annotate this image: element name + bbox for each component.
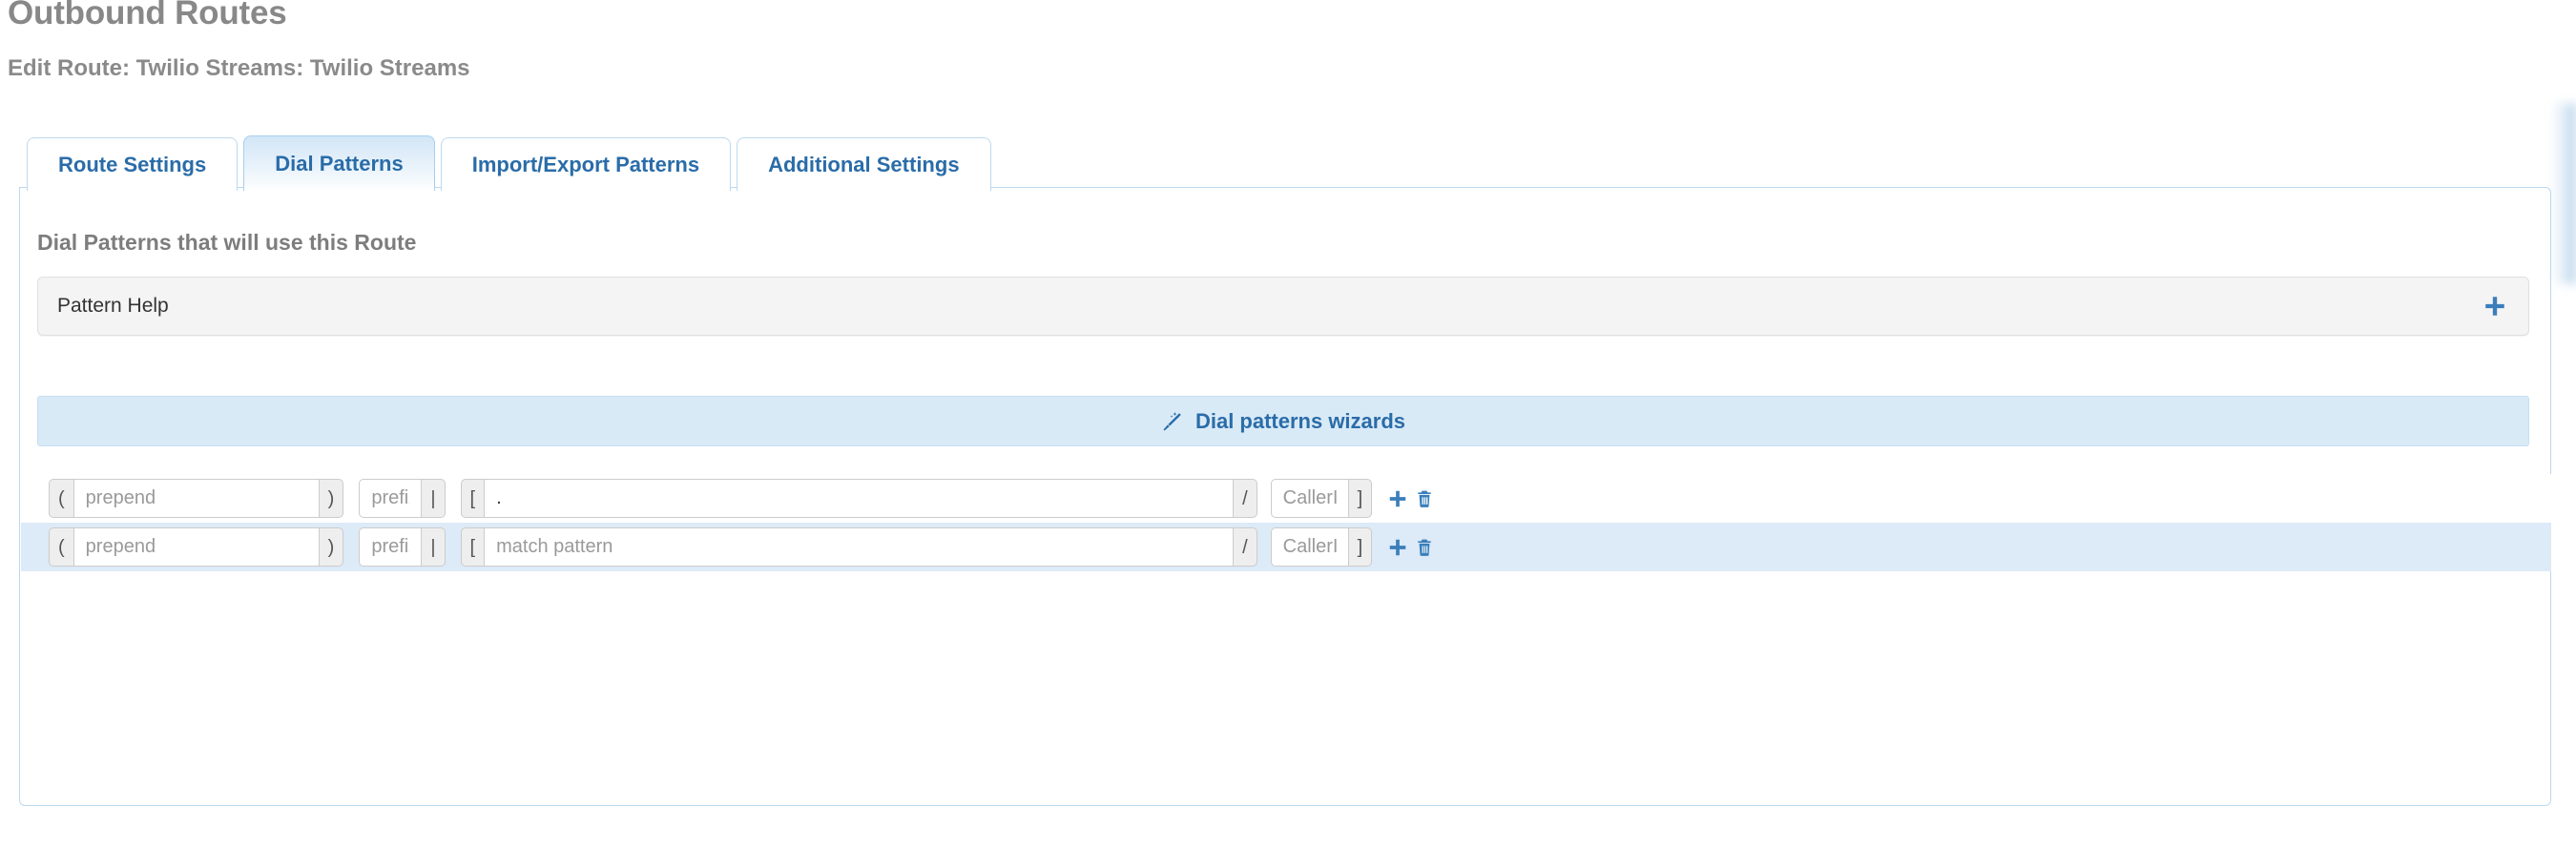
callerid-input-group: ] xyxy=(1270,527,1373,567)
pattern-rows-container: ( ) | [ / ] xyxy=(21,474,2551,571)
tab-route-settings[interactable]: Route Settings xyxy=(27,137,239,191)
match-pattern-input[interactable] xyxy=(484,479,1235,518)
dial-patterns-panel: Dial Patterns that will use this Route P… xyxy=(19,187,2551,806)
section-heading: Dial Patterns that will use this Route xyxy=(37,230,417,255)
open-bracket-addon: [ xyxy=(460,527,485,567)
pattern-help-accordion[interactable]: Pattern Help xyxy=(37,277,2529,336)
magic-wand-icon xyxy=(1161,410,1184,433)
pattern-help-label: Pattern Help xyxy=(57,295,169,317)
open-bracket-addon: [ xyxy=(460,479,485,518)
open-paren-addon: ( xyxy=(49,479,73,518)
page-subtitle: Edit Route: Twilio Streams: Twilio Strea… xyxy=(8,55,470,81)
prefix-input[interactable] xyxy=(359,479,423,518)
match-pattern-input[interactable] xyxy=(484,527,1235,567)
delete-row-trash-icon[interactable] xyxy=(1415,537,1434,558)
close-bracket-addon: ] xyxy=(1348,479,1373,518)
callerid-input[interactable] xyxy=(1270,527,1349,567)
prepend-input[interactable] xyxy=(73,479,320,518)
callerid-input-group: ] xyxy=(1270,479,1373,518)
add-row-plus-icon[interactable] xyxy=(1387,488,1408,509)
tab-label: Route Settings xyxy=(58,152,207,176)
tab-dial-patterns[interactable]: Dial Patterns xyxy=(243,135,435,191)
match-pattern-input-group: [ / xyxy=(460,479,1257,518)
page-title: Outbound Routes xyxy=(8,0,287,31)
row-actions xyxy=(1387,488,1434,509)
tab-label: Additional Settings xyxy=(768,152,960,176)
tab-label: Import/Export Patterns xyxy=(471,152,700,176)
wizard-button-content: Dial patterns wizards xyxy=(1161,409,1405,434)
delete-row-trash-icon[interactable] xyxy=(1415,488,1434,509)
add-row-plus-icon[interactable] xyxy=(1387,537,1408,558)
tab-bar: Route Settings Dial Patterns Import/Expo… xyxy=(27,131,997,191)
pattern-row: ( ) | [ / ] xyxy=(21,474,2551,523)
tab-import-export-patterns[interactable]: Import/Export Patterns xyxy=(440,137,732,191)
dial-patterns-wizards-button[interactable]: Dial patterns wizards xyxy=(37,396,2529,446)
prepend-input-group: ( ) xyxy=(49,479,344,518)
row-actions xyxy=(1387,537,1434,558)
slash-addon: / xyxy=(1234,479,1257,518)
slash-addon: / xyxy=(1234,527,1257,567)
close-paren-addon: ) xyxy=(319,527,344,567)
wizard-button-label: Dial patterns wizards xyxy=(1195,408,1406,433)
pipe-addon: | xyxy=(422,527,446,567)
plus-icon[interactable] xyxy=(2483,294,2507,319)
scrollbar-edge-artifact xyxy=(2551,103,2576,284)
tab-label: Dial Patterns xyxy=(275,151,404,175)
close-bracket-addon: ] xyxy=(1348,527,1373,567)
prepend-input-group: ( ) xyxy=(49,527,344,567)
callerid-input[interactable] xyxy=(1270,479,1349,518)
tab-additional-settings[interactable]: Additional Settings xyxy=(737,137,991,191)
open-paren-addon: ( xyxy=(49,527,73,567)
pipe-addon: | xyxy=(422,479,446,518)
close-paren-addon: ) xyxy=(319,479,344,518)
prepend-input[interactable] xyxy=(73,527,320,567)
match-pattern-input-group: [ / xyxy=(460,527,1257,567)
prefix-input[interactable] xyxy=(359,527,423,567)
prefix-input-group: | xyxy=(359,479,446,518)
pattern-row: ( ) | [ / ] xyxy=(21,523,2551,571)
outbound-routes-page: Outbound Routes Edit Route: Twilio Strea… xyxy=(0,0,2576,846)
prefix-input-group: | xyxy=(359,527,446,567)
